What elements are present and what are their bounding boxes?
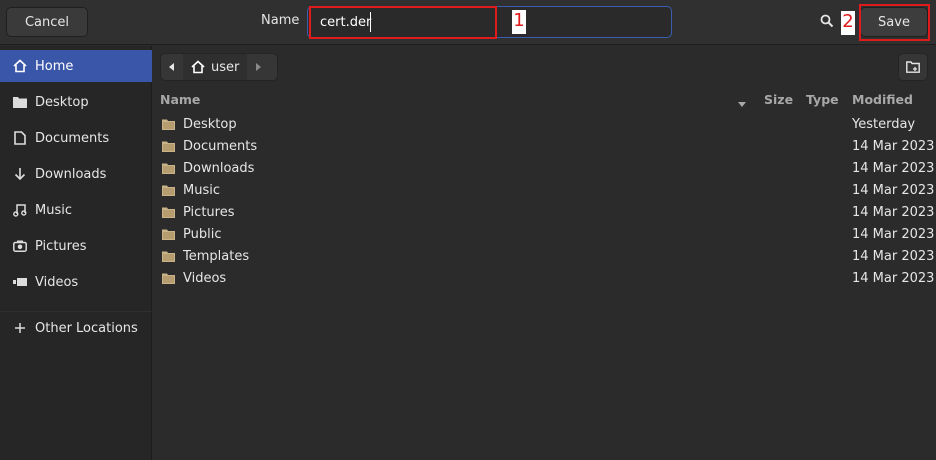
column-header-modified[interactable]: Modified xyxy=(852,92,913,112)
file-row[interactable]: Videos 14 Mar 2023 xyxy=(153,268,936,290)
column-header-type[interactable]: Type xyxy=(806,92,839,112)
search-icon xyxy=(820,14,834,28)
header-bar: Cancel Name Save xyxy=(0,0,936,45)
path-forward-button[interactable] xyxy=(247,54,269,80)
home-icon xyxy=(191,60,205,74)
name-label: Name xyxy=(261,13,300,28)
sidebar-item-other-locations[interactable]: Other Locations xyxy=(0,312,152,344)
sidebar-item-downloads[interactable]: Downloads xyxy=(0,158,152,190)
file-name: Documents xyxy=(183,139,258,154)
sidebar-item-music[interactable]: Music xyxy=(0,194,152,226)
file-row[interactable]: Documents 14 Mar 2023 xyxy=(153,136,936,158)
file-modified: 14 Mar 2023 xyxy=(852,161,935,176)
file-row[interactable]: Downloads 14 Mar 2023 xyxy=(153,158,936,180)
file-row[interactable]: Music 14 Mar 2023 xyxy=(153,180,936,202)
folder-icon xyxy=(162,273,175,288)
sidebar-item-home[interactable]: Home xyxy=(0,50,152,82)
download-icon xyxy=(12,166,28,182)
file-modified: 14 Mar 2023 xyxy=(852,139,935,154)
file-name: Templates xyxy=(183,249,250,264)
file-row[interactable]: Public 14 Mar 2023 xyxy=(153,224,936,246)
path-bar: user xyxy=(160,53,278,81)
sidebar-item-label: Downloads xyxy=(35,166,107,182)
sidebar-item-label: Home xyxy=(35,58,74,74)
sidebar-item-label: Desktop xyxy=(35,94,89,110)
folder-icon xyxy=(162,251,175,266)
document-icon xyxy=(12,130,28,146)
sort-arrow-icon[interactable] xyxy=(738,96,746,116)
folder-icon xyxy=(162,163,175,178)
column-header-name[interactable]: Name xyxy=(160,92,200,112)
file-name: Downloads xyxy=(183,161,255,176)
file-modified: Yesterday xyxy=(852,117,916,132)
file-row[interactable]: Templates 14 Mar 2023 xyxy=(153,246,936,268)
sidebar-item-documents[interactable]: Documents xyxy=(0,122,152,154)
search-button[interactable] xyxy=(812,8,842,34)
sidebar-item-desktop[interactable]: Desktop xyxy=(0,86,152,118)
camera-icon xyxy=(12,238,28,254)
file-row[interactable]: Desktop Yesterday xyxy=(153,114,936,136)
chevron-right-icon xyxy=(256,63,262,71)
sidebar-item-label: Videos xyxy=(35,274,79,290)
sidebar-item-label: Pictures xyxy=(35,238,87,254)
file-modified: 14 Mar 2023 xyxy=(852,205,935,220)
file-name: Music xyxy=(183,183,220,198)
annotation-label-2: 2 xyxy=(841,11,855,35)
file-name: Desktop xyxy=(183,117,237,132)
new-folder-icon xyxy=(906,61,920,73)
sidebar: Home Desktop Documents Downloads Music P… xyxy=(0,46,152,460)
column-header-size[interactable]: Size xyxy=(764,92,793,112)
file-name: Videos xyxy=(183,271,227,286)
filename-input[interactable] xyxy=(307,6,672,38)
folder-icon xyxy=(162,141,175,156)
sidebar-item-label: Other Locations xyxy=(35,320,138,336)
text-caret xyxy=(370,12,371,32)
save-button[interactable]: Save xyxy=(860,7,928,37)
file-name: Pictures xyxy=(183,205,235,220)
folder-icon xyxy=(162,119,175,134)
annotation-label-1: 1 xyxy=(512,10,526,34)
sidebar-item-label: Documents xyxy=(35,130,110,146)
cancel-button[interactable]: Cancel xyxy=(6,7,88,37)
new-folder-button[interactable] xyxy=(898,53,928,81)
path-item-label: user xyxy=(211,59,240,75)
folder-icon xyxy=(162,207,175,222)
file-modified: 14 Mar 2023 xyxy=(852,249,935,264)
sidebar-item-label: Music xyxy=(35,202,72,218)
path-item-user[interactable]: user xyxy=(183,54,248,80)
plus-icon xyxy=(12,320,28,336)
sidebar-item-pictures[interactable]: Pictures xyxy=(0,230,152,262)
file-modified: 14 Mar 2023 xyxy=(852,227,935,242)
home-icon xyxy=(12,58,28,74)
folder-icon xyxy=(12,94,28,110)
file-name: Public xyxy=(183,227,222,242)
music-icon xyxy=(12,202,28,218)
chevron-left-icon xyxy=(169,63,174,71)
path-back-button[interactable] xyxy=(161,54,183,80)
folder-icon xyxy=(162,229,175,244)
folder-icon xyxy=(162,185,175,200)
file-row[interactable]: Pictures 14 Mar 2023 xyxy=(153,202,936,224)
file-modified: 14 Mar 2023 xyxy=(852,271,935,286)
video-icon xyxy=(12,274,28,290)
sidebar-item-videos[interactable]: Videos xyxy=(0,266,152,298)
file-modified: 14 Mar 2023 xyxy=(852,183,935,198)
